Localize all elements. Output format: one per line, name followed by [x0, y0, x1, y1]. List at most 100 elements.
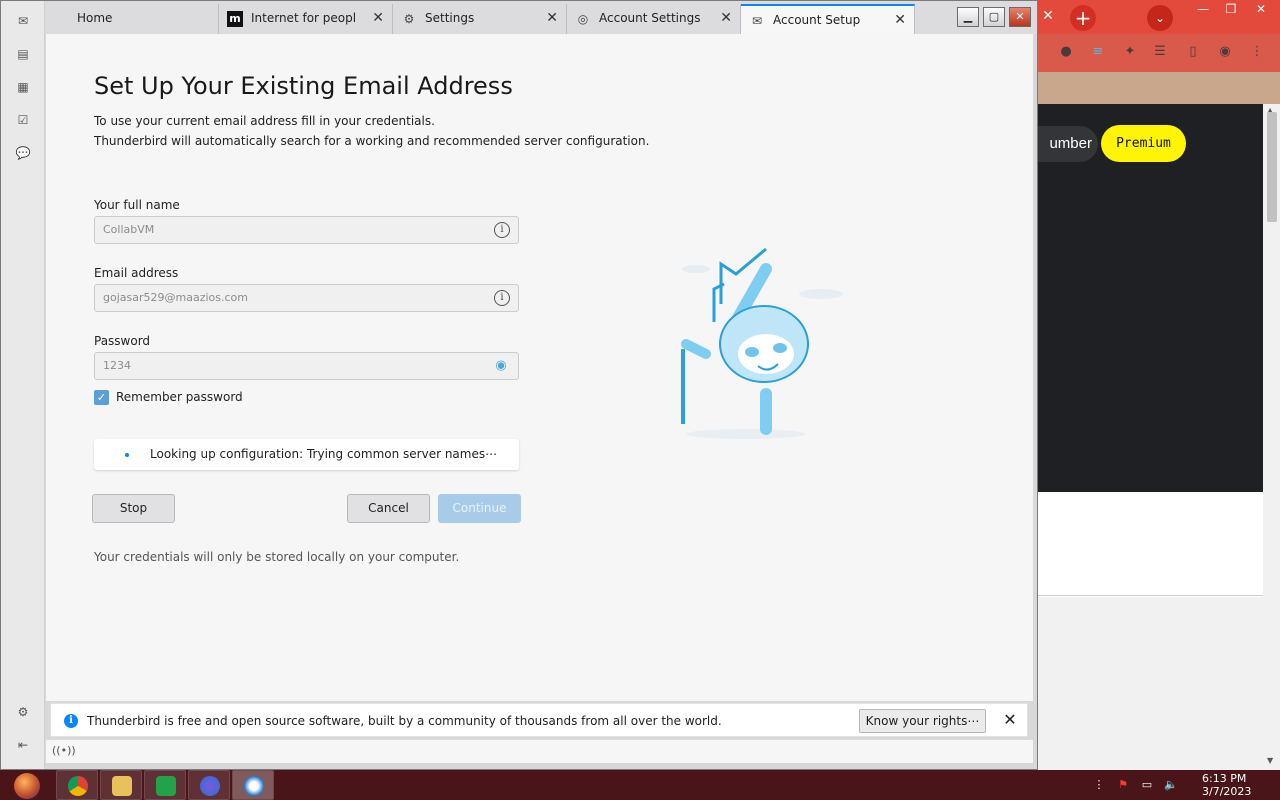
extensions-bar: ● ≡ ✦ ☰ ▯ ◉ ⋮ [1038, 34, 1280, 72]
firefox-icon [200, 776, 220, 796]
mail-icon[interactable]: ✉ [15, 13, 31, 29]
close-icon[interactable]: ✕ [1001, 710, 1019, 730]
local-storage-note: Your credentials will only be stored loc… [94, 550, 460, 564]
chrome-window: ✕ + ⌄ — ❐ ✕ ● ≡ ✦ ☰ ▯ ◉ ⋮ umber Premium … [1018, 0, 1280, 770]
close-icon[interactable]: ✕ [372, 4, 384, 32]
scrollbar-thumb[interactable] [1267, 112, 1277, 222]
scroll-down-icon[interactable]: ▼ [1267, 756, 1273, 765]
close-icon[interactable]: ✕ [1040, 8, 1056, 24]
email-field[interactable]: gojasar529@maazios.com i [94, 284, 519, 312]
tasks-icon[interactable]: ☑ [15, 112, 31, 128]
password-field[interactable]: 1234 ◉ [94, 352, 519, 380]
profile-avatar-icon[interactable]: ● [1057, 43, 1075, 61]
chrome-restore-button[interactable]: ❐ [1216, 0, 1246, 18]
puzzle-icon[interactable]: ✦ [1121, 43, 1139, 61]
chrome-minimize-button[interactable]: — [1188, 0, 1218, 18]
checkmark-icon[interactable]: ✓ [94, 390, 109, 405]
media-queue-icon[interactable]: ☰ [1151, 43, 1169, 61]
status-text: Looking up configuration: Trying common … [150, 447, 498, 461]
continue-button[interactable]: Continue [438, 494, 521, 523]
address-book-icon[interactable]: ▤ [15, 46, 31, 62]
scrollbar[interactable]: ▲ ▼ [1263, 104, 1280, 770]
close-icon[interactable]: ✕ [546, 4, 558, 32]
chat-icon[interactable]: 💬 [15, 145, 31, 161]
chrome-icon [68, 776, 88, 796]
notification-text: Thunderbird is free and open source soft… [87, 714, 722, 728]
progress-dot [125, 453, 129, 457]
password-label: Password [94, 334, 151, 348]
cancel-button[interactable]: Cancel [347, 494, 430, 523]
description-line-2: Thunderbird will automatically search fo… [94, 134, 650, 148]
taskbar-firefox[interactable] [188, 770, 230, 800]
overflow-icon[interactable]: ⋮ [1092, 778, 1106, 792]
tab-settings[interactable]: ⚙ Settings ✕ [393, 4, 567, 34]
know-your-rights-button[interactable]: Know your rights⋯ [859, 709, 986, 733]
thunderbird-window: ✉ ▤ ▦ ☑ 💬 ⚙ ⇤ Home m Internet for people… [0, 0, 1038, 770]
chevron-down-icon[interactable]: ⌄ [1147, 5, 1173, 31]
menu-icon[interactable]: ⋮ [1248, 43, 1266, 61]
notification-bar: i Thunderbird is free and open source so… [50, 703, 1028, 737]
clock-date[interactable]: 3/7/2023 [1202, 785, 1251, 798]
taskbar-thunderbird[interactable] [232, 770, 274, 800]
clock-time[interactable]: 6:13 PM [1202, 772, 1246, 785]
start-button[interactable] [4, 770, 48, 800]
full-name-value: CollabVM [103, 223, 155, 236]
taskbar-explorer[interactable] [100, 770, 142, 800]
flag-icon[interactable]: ⚑ [1116, 778, 1130, 792]
page-footer [1038, 597, 1263, 770]
calendar-icon[interactable]: ▦ [15, 79, 31, 95]
sloth-illustration [681, 247, 843, 439]
info-icon[interactable]: i [494, 222, 510, 238]
volume-icon[interactable]: 🔈 [1164, 778, 1178, 792]
tab-home[interactable]: Home [45, 4, 219, 34]
windows-logo-icon [14, 773, 40, 799]
tab-bar: Home m Internet for people.. ✕ ⚙ Setting… [45, 1, 1037, 34]
remember-password-label: Remember password [116, 390, 243, 404]
tab-label: Account Settings [599, 11, 701, 25]
tab-internet-for-people[interactable]: m Internet for people.. ✕ [219, 4, 393, 34]
eye-icon[interactable]: ◉ [492, 359, 510, 373]
taskbar-chrome[interactable] [56, 770, 98, 800]
activity-icon[interactable]: ((•)) [52, 744, 76, 757]
folder-icon [112, 776, 132, 796]
taskbar: ⋮ ⚑ ▭ 🔈 6:13 PM 3/7/2023 [0, 770, 1280, 800]
gear-icon: ⚙ [403, 12, 415, 26]
email-label: Email address [94, 266, 179, 280]
chrome-close-button[interactable]: ✕ [1246, 0, 1276, 18]
mozilla-m-icon: m [227, 11, 243, 27]
taskbar-spreadsheet[interactable] [144, 770, 186, 800]
page-title: Set Up Your Existing Email Address [94, 72, 513, 100]
chrome-tabbar: ✕ + ⌄ — ❐ ✕ [1038, 0, 1280, 34]
close-icon[interactable]: ✕ [894, 6, 906, 34]
info-icon[interactable]: i [494, 290, 510, 306]
maximize-button[interactable]: ▢ [983, 7, 1005, 27]
full-name-field[interactable]: CollabVM i [94, 216, 519, 244]
remember-password-checkbox[interactable]: ✓ Remember password [94, 390, 294, 406]
thunderbird-icon [244, 776, 264, 796]
network-icon[interactable]: ▭ [1140, 778, 1154, 792]
premium-button[interactable]: Premium [1101, 125, 1186, 162]
gear-icon[interactable]: ⚙ [15, 704, 31, 720]
stop-button[interactable]: Stop [92, 494, 175, 523]
mail-icon: ✉ [751, 14, 763, 28]
status-panel: Looking up configuration: Trying common … [94, 439, 519, 470]
tab-label: Settings [425, 11, 475, 25]
password-value: 1234 [103, 359, 131, 372]
collapse-icon[interactable]: ⇤ [15, 737, 31, 753]
sloth-eye-patch-shape [773, 343, 787, 353]
minimize-button[interactable]: ▁ [957, 7, 979, 27]
tab-label: Account Setup [773, 13, 861, 27]
account-icon[interactable]: ◉ [1216, 43, 1234, 61]
tab-account-settings[interactable]: ◎ Account Settings ✕ [567, 4, 741, 34]
side-panel-icon[interactable]: ▯ [1184, 43, 1202, 61]
chrome-toolbar: ● ≡ ✦ ☰ ▯ ◉ ⋮ [1038, 34, 1280, 72]
new-tab-button[interactable]: + [1070, 5, 1096, 31]
chrome-bookmarks-bar [1038, 72, 1280, 104]
tab-account-setup[interactable]: ✉ Account Setup ✕ [741, 4, 915, 34]
description-line-1: To use your current email address fill i… [94, 114, 435, 128]
email-value: gojasar529@maazios.com [103, 291, 248, 304]
shadow-shape [686, 429, 806, 439]
extension-icon[interactable]: ≡ [1089, 43, 1107, 61]
close-icon[interactable]: ✕ [720, 4, 732, 32]
close-button[interactable]: ✕ [1009, 7, 1031, 27]
